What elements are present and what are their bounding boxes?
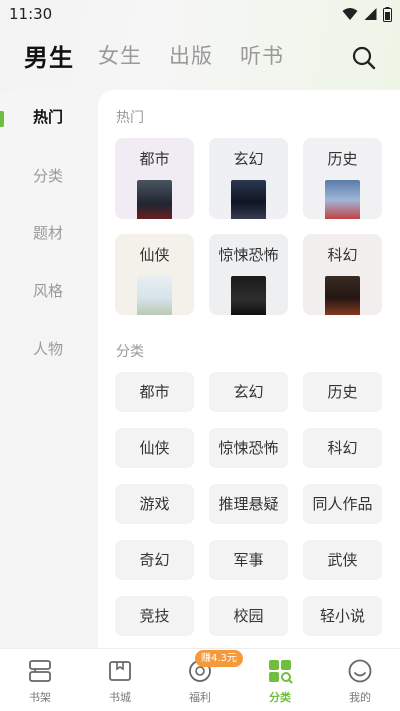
nav-item-bookshelf[interactable]: 书架 [0,649,80,711]
battery-icon [383,6,392,22]
search-icon [352,46,376,70]
status-icons [342,6,392,22]
category-section-title: 分类 [116,344,144,360]
category-button[interactable]: 武侠 [303,540,382,580]
category-sidebar: 热门 分类 题材 风格 人物 [0,90,98,648]
hot-card-urban[interactable]: 都市 [115,138,194,219]
hot-section-title: 热门 [116,110,144,126]
nav-label: 分类 [269,691,291,704]
sidebar-item-label: 分类 [32,167,63,185]
nav-label: 福利 [189,691,211,704]
wifi-icon [342,8,358,20]
sidebar-item-category[interactable]: 分类 [0,161,98,191]
book-cover-image [325,276,360,315]
status-time: 11:30 [9,5,53,23]
book-cover-image [231,180,266,219]
hot-card-label: 历史 [327,150,358,168]
search-button[interactable] [350,44,378,72]
tab-male[interactable]: 男生 [24,38,74,73]
hot-card-horror[interactable]: 惊悚恐怖 [209,234,288,315]
book-cover-image [137,276,172,315]
hot-card-xianxia[interactable]: 仙侠 [115,234,194,315]
category-icon [269,660,293,684]
signal-icon [364,8,377,20]
category-button[interactable]: 轻小说 [303,596,382,636]
category-button[interactable]: 同人作品 [303,484,382,524]
profile-icon [348,659,372,683]
category-button[interactable]: 科幻 [303,428,382,468]
category-button[interactable]: 惊悚恐怖 [209,428,288,468]
hot-card-label: 都市 [139,150,170,168]
hot-card-label: 仙侠 [139,246,170,264]
status-bar: 11:30 [0,0,400,28]
nav-label: 我的 [349,691,371,704]
category-button[interactable]: 玄幻 [209,372,288,412]
tab-audiobook[interactable]: 听书 [240,40,284,70]
nav-item-bookstore[interactable]: 书城 [80,649,160,711]
hot-card-history[interactable]: 历史 [303,138,382,219]
nav-item-category[interactable]: 分类 [240,649,320,711]
sidebar-item-label: 风格 [32,282,63,300]
tab-female[interactable]: 女生 [98,40,142,70]
bookshelf-icon [29,660,51,682]
hot-card-label: 惊悚恐怖 [218,246,279,264]
book-cover-image [325,180,360,219]
tab-publishing[interactable]: 出版 [169,40,213,70]
hot-card-fantasy[interactable]: 玄幻 [209,138,288,219]
sidebar-item-label: 人物 [32,340,63,358]
category-button[interactable]: 游戏 [115,484,194,524]
nav-item-profile[interactable]: 我的 [320,649,400,711]
category-button[interactable]: 军事 [209,540,288,580]
category-button[interactable]: 校园 [209,596,288,636]
sidebar-item-theme[interactable]: 题材 [0,218,98,248]
sidebar-item-character[interactable]: 人物 [0,334,98,364]
hot-card-label: 玄幻 [233,150,264,168]
nav-label: 书架 [29,691,51,704]
category-button[interactable]: 都市 [115,372,194,412]
category-button[interactable]: 竞技 [115,596,194,636]
welfare-badge: 赚4.3元 [195,650,243,667]
bookstore-icon [109,661,131,681]
category-button[interactable]: 历史 [303,372,382,412]
sidebar-item-label: 题材 [32,224,63,242]
book-cover-image [231,276,266,315]
sidebar-item-style[interactable]: 风格 [0,276,98,306]
hot-card-scifi[interactable]: 科幻 [303,234,382,315]
category-button[interactable]: 推理悬疑 [209,484,288,524]
header-tabs: 男生 女生 出版 听书 [0,40,400,76]
book-cover-image [137,180,172,219]
category-button[interactable]: 奇幻 [115,540,194,580]
nav-label: 书城 [109,691,131,704]
sidebar-item-label: 热门 [32,108,63,126]
content-panel: 热门 都市 玄幻 历史 仙侠 惊悚恐怖 科幻 分类 都市 玄幻 历史 仙侠 惊悚… [98,90,400,648]
sidebar-active-indicator [0,111,4,127]
sidebar-item-hot[interactable]: 热门 [0,102,98,132]
category-button[interactable]: 仙侠 [115,428,194,468]
hot-card-label: 科幻 [327,246,358,264]
